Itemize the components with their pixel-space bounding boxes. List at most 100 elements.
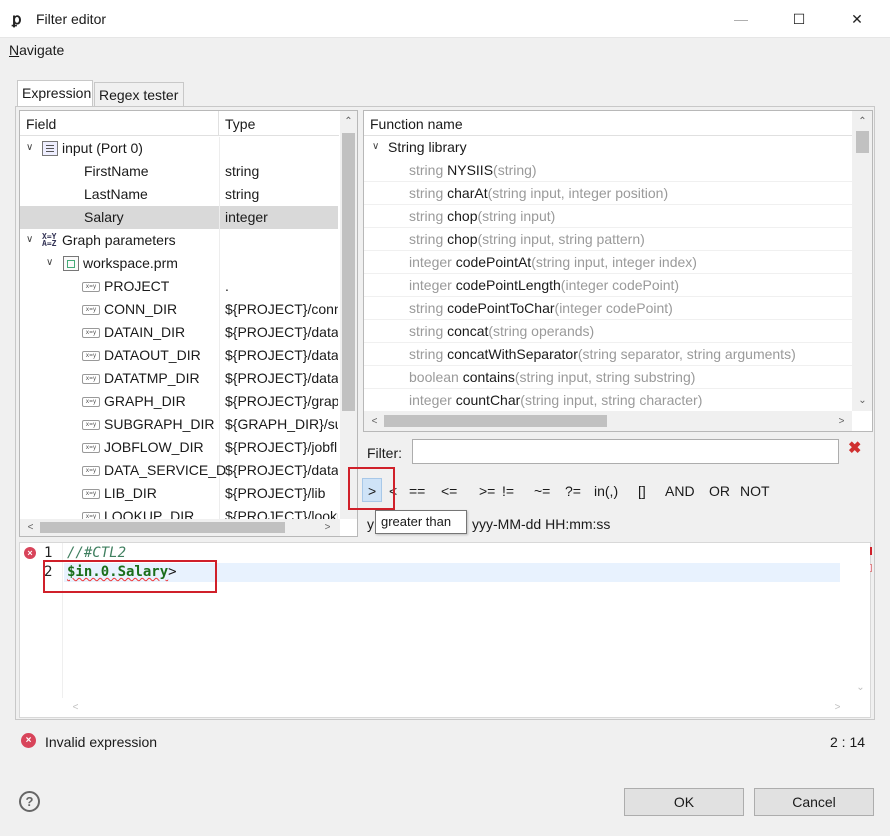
operator-or-button[interactable]: OR — [709, 483, 730, 499]
tab-regex-tester[interactable]: Regex tester — [94, 82, 184, 106]
function-row[interactable]: string codePointToChar(integer codePoint… — [364, 297, 852, 320]
field-row[interactable]: x=y GRAPH_DIR ${PROJECT}/grap — [20, 390, 338, 413]
function-name: charAt — [447, 185, 488, 201]
error-status-icon: × — [21, 733, 36, 748]
scroll-right-icon[interactable]: > — [833, 413, 850, 430]
function-args: (string input, string pattern) — [477, 231, 645, 247]
field-row[interactable]: Salary integer — [20, 206, 338, 229]
operator-regex-match-button[interactable]: ~= — [534, 483, 550, 499]
field-type: ${PROJECT}/conn — [225, 301, 338, 317]
operator-not-equal-button[interactable]: != — [502, 483, 514, 499]
operator-list-button[interactable]: [] — [638, 483, 646, 499]
function-row[interactable]: string concatWithSeparator(string separa… — [364, 343, 852, 366]
field-row[interactable]: LastName string — [20, 183, 338, 206]
function-row[interactable]: string chop(string input) — [364, 205, 852, 228]
field-row[interactable]: x=y PROJECT. — [20, 275, 338, 298]
column-header-function-name[interactable]: Function name — [364, 111, 852, 136]
field-type: ${PROJECT}/lib — [225, 485, 326, 501]
field-name: DATATMP_DIR — [104, 370, 200, 386]
field-row[interactable]: ∨ X=Y A=Z Graph parameters — [20, 229, 338, 252]
scroll-down-icon[interactable]: ⌄ — [854, 392, 871, 409]
column-header-field[interactable]: Field — [20, 111, 219, 136]
scroll-right-icon[interactable]: > — [319, 519, 336, 536]
editor-hscrollbar[interactable]: < > — [37, 698, 852, 717]
scroll-thumb[interactable] — [856, 131, 869, 153]
close-button[interactable]: ✕ — [834, 0, 880, 38]
cancel-button[interactable]: Cancel — [754, 788, 874, 816]
function-list-vscrollbar[interactable]: ⌃ ⌄ — [852, 111, 872, 411]
scroll-left-icon[interactable]: < — [366, 413, 383, 430]
field-tree[interactable]: Field Type ∨ input (Port 0) FirstName strin… — [19, 110, 358, 537]
function-row[interactable]: string NYSIIS(string) — [364, 159, 852, 182]
editor-vscrollbar[interactable]: ⌄ — [852, 543, 870, 698]
column-divider — [219, 229, 220, 252]
function-row[interactable]: string concat(string operands) — [364, 320, 852, 343]
field-row[interactable]: x=y JOBFLOW_DIR ${PROJECT}/jobfl — [20, 436, 338, 459]
chevron-down-icon[interactable]: ∨ — [46, 257, 56, 268]
scroll-thumb[interactable] — [342, 133, 355, 411]
ok-button[interactable]: OK — [624, 788, 744, 816]
field-row[interactable]: x=y DATAIN_DIR ${PROJECT}/data — [20, 321, 338, 344]
tab-expression[interactable]: Expression — [17, 80, 93, 107]
field-row[interactable]: x=y DATA_SERVICE_D ${PROJECT}/data — [20, 459, 338, 482]
chevron-down-icon[interactable]: ∨ — [26, 234, 36, 245]
operator-regex-contains-button[interactable]: ?= — [565, 483, 581, 499]
function-return-type: integer — [409, 277, 456, 293]
scroll-left-icon[interactable]: < — [67, 699, 84, 716]
field-row[interactable]: x=y DATATMP_DIR ${PROJECT}/data — [20, 367, 338, 390]
scroll-right-icon[interactable]: > — [829, 699, 846, 716]
function-row[interactable]: integer codePointAt(string input, intege… — [364, 251, 852, 274]
function-list[interactable]: Function name ∨ String library string NY… — [363, 110, 873, 432]
code-line-1[interactable]: //#CTL2 — [67, 545, 126, 561]
operator-less-equal-button[interactable]: <= — [441, 483, 457, 499]
scroll-thumb[interactable] — [384, 415, 607, 427]
field-tree-hscrollbar[interactable]: < > — [20, 519, 340, 536]
expression-editor[interactable]: × 1 2 //#CTL2 $in.0.Salary> ⌄ < > — [19, 542, 872, 718]
param-icon: x=y — [82, 374, 100, 384]
function-row[interactable]: integer codePointLength(integer codePoin… — [364, 274, 852, 297]
scroll-thumb[interactable] — [40, 522, 285, 533]
operator-greater-equal-button[interactable]: >= — [479, 483, 495, 499]
function-return-type: boolean — [409, 369, 463, 385]
function-row[interactable]: string chop(string input, string pattern… — [364, 228, 852, 251]
chevron-down-icon[interactable]: ∨ — [372, 141, 382, 152]
function-args: (string input, string character) — [520, 392, 703, 408]
help-icon[interactable]: ? — [19, 791, 40, 812]
menu-navigate[interactable]: Navigate — [9, 42, 64, 58]
title-bar: ꝑ Filter editor — ☐ ✕ — [0, 0, 890, 38]
minimize-icon: — — [734, 11, 748, 27]
operator-and-button[interactable]: AND — [665, 483, 695, 499]
field-tree-vscrollbar[interactable]: ⌃ — [340, 111, 357, 519]
field-row[interactable]: x=y SUBGRAPH_DIR ${GRAPH_DIR}/su — [20, 413, 338, 436]
operator-equal-button[interactable]: == — [409, 483, 425, 499]
scroll-left-icon[interactable]: < — [22, 519, 39, 536]
maximize-button[interactable]: ☐ — [776, 0, 822, 38]
field-name: LIB_DIR — [104, 485, 157, 501]
function-name: NYSIIS — [447, 162, 494, 178]
field-row[interactable]: x=y LIB_DIR ${PROJECT}/lib — [20, 482, 338, 505]
operator-in-button[interactable]: in(,) — [594, 483, 618, 499]
clear-filter-icon[interactable]: ✖ — [848, 441, 864, 457]
function-row[interactable]: string charAt(string input, integer posi… — [364, 182, 852, 205]
field-row[interactable]: x=y CONN_DIR ${PROJECT}/conn — [20, 298, 338, 321]
minimize-button[interactable]: — — [718, 0, 764, 38]
field-name: Graph parameters — [62, 232, 176, 248]
field-row[interactable]: x=y DATAOUT_DIR ${PROJECT}/data — [20, 344, 338, 367]
field-row[interactable]: FirstName string — [20, 160, 338, 183]
field-row[interactable]: ∨ workspace.prm — [20, 252, 338, 275]
function-row[interactable]: boolean contains(string input, string su… — [364, 366, 852, 389]
operator-not-button[interactable]: NOT — [740, 483, 770, 499]
function-row[interactable]: integer countChar(string input, string c… — [364, 389, 852, 412]
filter-input[interactable] — [412, 439, 839, 464]
scroll-down-icon[interactable]: ⌄ — [852, 679, 869, 696]
chevron-down-icon[interactable]: ∨ — [26, 142, 36, 153]
field-row[interactable]: ∨ input (Port 0) — [20, 137, 338, 160]
function-args: (string input, string substring) — [514, 369, 696, 385]
field-name: LastName — [84, 186, 148, 202]
scroll-up-icon[interactable]: ⌃ — [340, 113, 357, 130]
scroll-up-icon[interactable]: ⌃ — [854, 113, 871, 130]
function-list-hscrollbar[interactable]: < > — [364, 411, 852, 431]
function-group[interactable]: ∨ String library — [364, 136, 852, 159]
function-signature: integer codePointAt(string input, intege… — [409, 254, 697, 270]
column-header-type[interactable]: Type — [219, 111, 339, 136]
